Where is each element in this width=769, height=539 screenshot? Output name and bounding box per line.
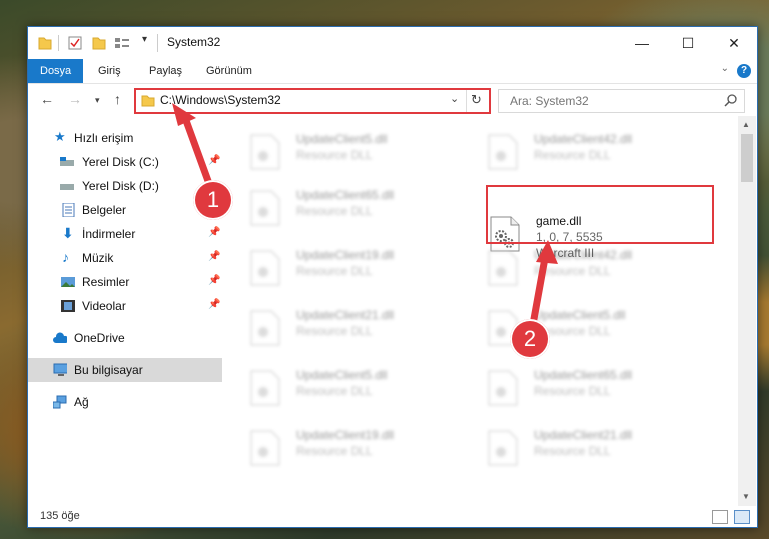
- step-badge-2: 2: [510, 319, 550, 359]
- annotation-arrows: [172, 103, 558, 334]
- step-badge-1: 1: [193, 180, 233, 220]
